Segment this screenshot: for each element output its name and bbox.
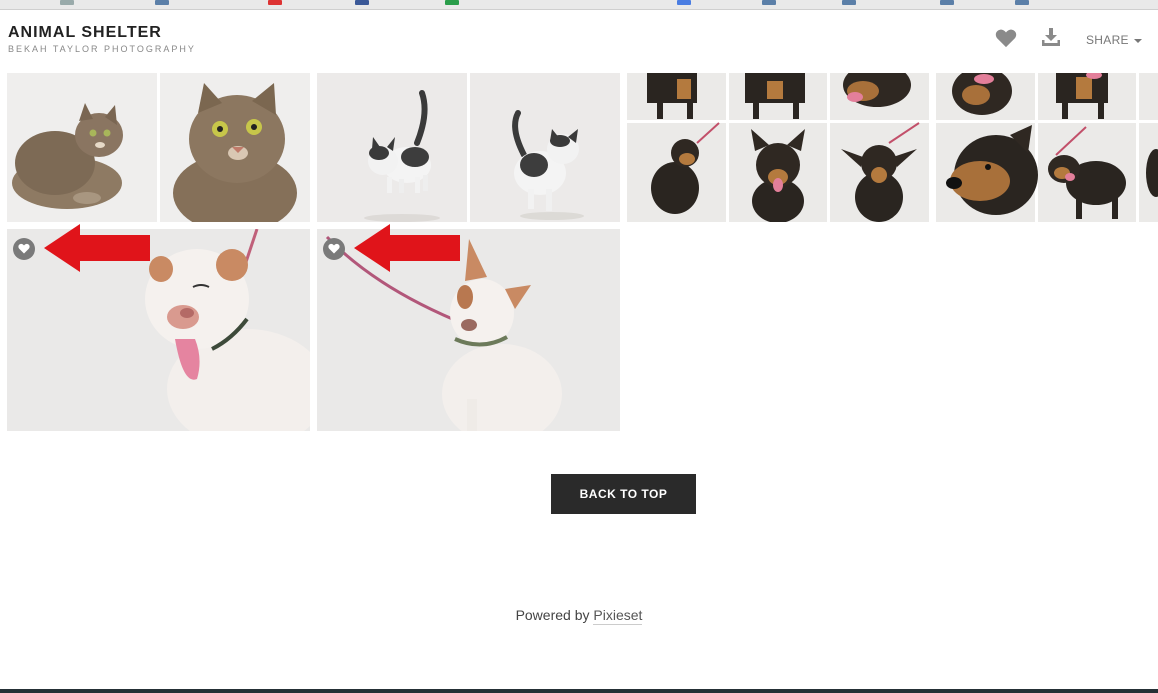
bookmark-icon[interactable] xyxy=(762,0,776,5)
favorite-heart-button[interactable] xyxy=(13,238,35,260)
powered-prefix: Powered by xyxy=(515,607,590,623)
bookmark-icon[interactable] xyxy=(677,0,691,5)
gallery-photo[interactable] xyxy=(160,73,310,222)
bottom-bar xyxy=(0,689,1158,693)
gallery-photo[interactable] xyxy=(627,73,929,222)
gallery-photo[interactable] xyxy=(470,73,620,222)
heart-icon[interactable] xyxy=(995,28,1017,48)
bookmark-icon[interactable] xyxy=(842,0,856,5)
gallery-photo[interactable] xyxy=(317,73,467,222)
back-to-top-button[interactable]: BACK TO TOP xyxy=(551,474,696,514)
download-icon[interactable] xyxy=(1042,28,1060,47)
gallery-photo[interactable] xyxy=(936,73,1158,222)
bookmark-icon[interactable] xyxy=(268,0,282,5)
bookmark-icon[interactable] xyxy=(445,0,459,5)
annotation-arrow-icon xyxy=(44,224,150,272)
powered-by: Powered by Pixieset xyxy=(0,607,1158,625)
bookmark-icon[interactable] xyxy=(155,0,169,5)
gallery-subtitle: BEKAH TAYLOR PHOTOGRAPHY xyxy=(8,44,196,54)
share-label: SHARE xyxy=(1086,33,1129,47)
browser-bookmarks-bar xyxy=(0,0,1158,10)
chevron-down-icon xyxy=(1133,38,1142,43)
bookmark-icon[interactable] xyxy=(60,0,74,5)
gallery-photo[interactable] xyxy=(7,73,157,222)
annotation-arrow-icon xyxy=(354,224,460,272)
pixieset-link[interactable]: Pixieset xyxy=(593,607,643,625)
bookmark-icon[interactable] xyxy=(1015,0,1029,5)
gallery-title: ANIMAL SHELTER xyxy=(8,24,162,41)
bookmark-icon[interactable] xyxy=(355,0,369,5)
favorite-heart-button[interactable] xyxy=(323,238,345,260)
share-menu[interactable]: SHARE xyxy=(1086,33,1142,47)
bookmark-icon[interactable] xyxy=(940,0,954,5)
